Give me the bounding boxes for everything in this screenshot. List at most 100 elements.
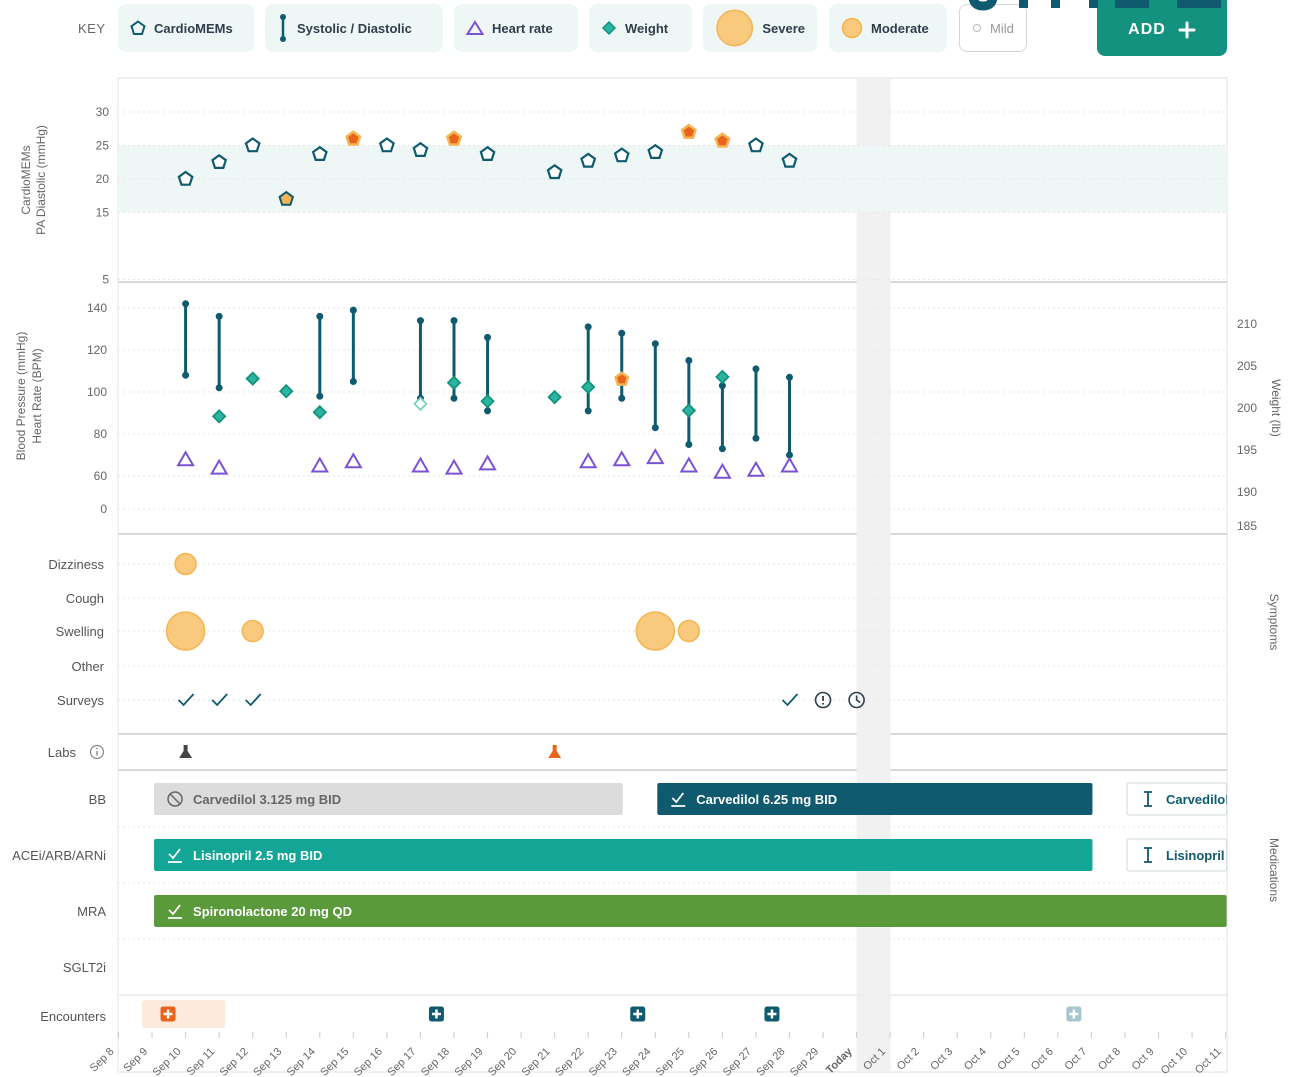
- heart-rate-point[interactable]: [578, 452, 598, 469]
- alert-icon-dot: [822, 702, 825, 705]
- date-label[interactable]: Oct 5: [995, 1046, 1022, 1073]
- symptom-moderate-point[interactable]: [174, 552, 197, 576]
- weight-tick-label: 200: [1237, 401, 1257, 415]
- symptom-severe-point[interactable]: [165, 611, 206, 651]
- bp-systolic-point[interactable]: [484, 333, 492, 341]
- bp-systolic-point[interactable]: [450, 317, 458, 325]
- info-icon-dot: [96, 747, 98, 750]
- heart-rate-point[interactable]: [176, 450, 195, 467]
- weight-point[interactable]: [413, 396, 428, 412]
- heart-rate-point[interactable]: [679, 456, 699, 473]
- bp-diastolic-point[interactable]: [215, 384, 223, 392]
- cardiomems-axis-label-1: CardioMEMs: [19, 145, 33, 214]
- row-labels: Dizziness Cough Swelling Other Surveys Labs BB…: [12, 557, 106, 1024]
- cardiomems-tick-label: 30: [96, 105, 110, 119]
- medication-bar-label: Carvedilol 6.25 mg BID: [696, 792, 837, 807]
- date-label[interactable]: Oct 6: [1029, 1046, 1056, 1073]
- bp-systolic-point[interactable]: [416, 317, 424, 325]
- heart-rate-point[interactable]: [478, 454, 497, 471]
- weight-point[interactable]: [245, 371, 260, 386]
- weight-point[interactable]: [446, 375, 462, 391]
- date-label[interactable]: Oct 7: [1062, 1046, 1089, 1073]
- bp-systolic-point[interactable]: [786, 373, 793, 381]
- date-label[interactable]: Sep 8: [88, 1046, 117, 1075]
- patient-timeline-chart: CardioMEMs PA Diastolic (mmHg) Blood Pre…: [12, 77, 1283, 1077]
- symptom-moderate-point[interactable]: [241, 619, 264, 643]
- row-label-dizziness: Dizziness: [48, 557, 104, 572]
- cardiomems-point[interactable]: [412, 141, 429, 157]
- weight-point[interactable]: [715, 369, 730, 385]
- cardiomems-point[interactable]: [748, 137, 764, 153]
- row-label-labs: Labs: [48, 745, 77, 760]
- bp-alert-marker[interactable]: [614, 371, 630, 386]
- bp-diastolic-point[interactable]: [651, 424, 659, 432]
- row-label-surveys: Surveys: [57, 693, 104, 708]
- bp-diastolic-point[interactable]: [584, 407, 592, 415]
- symptom-moderate-point[interactable]: [677, 619, 701, 643]
- bp-systolic-point[interactable]: [618, 329, 626, 337]
- cardiomems-tick-label: 20: [96, 172, 110, 186]
- row-label-encounters: Encounters: [40, 1009, 106, 1024]
- heart-rate-point[interactable]: [780, 456, 799, 473]
- bp-systolic-point[interactable]: [316, 312, 324, 320]
- weight-point[interactable]: [312, 404, 328, 420]
- weight-tick-label: 190: [1237, 485, 1257, 499]
- heart-rate-point[interactable]: [713, 462, 732, 479]
- heart-rate-point[interactable]: [746, 460, 766, 477]
- weight-point[interactable]: [278, 383, 294, 399]
- date-label[interactable]: Oct 9: [1130, 1046, 1157, 1073]
- heart-rate-point[interactable]: [444, 458, 464, 475]
- weight-point[interactable]: [480, 394, 495, 409]
- bp-diastolic-point[interactable]: [316, 392, 324, 400]
- bp-diastolic-point[interactable]: [618, 394, 626, 402]
- row-label-other: Other: [71, 659, 104, 674]
- date-label[interactable]: Oct 3: [928, 1046, 955, 1073]
- bp-diastolic-point[interactable]: [450, 394, 458, 402]
- cardiomems-point[interactable]: [378, 137, 395, 153]
- bp-diastolic-point[interactable]: [349, 378, 357, 385]
- date-label[interactable]: Oct 8: [1096, 1046, 1123, 1073]
- heart-rate-point[interactable]: [612, 450, 631, 467]
- bp-diastolic-point[interactable]: [718, 445, 726, 453]
- weight-point[interactable]: [681, 403, 697, 418]
- lab-flask-icon[interactable]: [548, 745, 562, 758]
- date-label[interactable]: Sep 9: [121, 1046, 150, 1075]
- weight-point[interactable]: [211, 409, 227, 424]
- bp-systolic-point[interactable]: [349, 306, 357, 314]
- labs-series: [179, 745, 562, 758]
- bp-systolic-point[interactable]: [685, 357, 693, 364]
- bp-systolic-point[interactable]: [752, 365, 760, 373]
- medication-bars: Carvedilol 3.125 mg BID Carvedilol 6.25 m…: [154, 782, 1229, 927]
- bp-systolic-point[interactable]: [584, 323, 592, 331]
- cardiomems-point-severe[interactable]: [680, 123, 697, 140]
- cardiomems-point[interactable]: [244, 137, 261, 153]
- bp-tick-label: 120: [87, 343, 107, 357]
- heart-rate-point[interactable]: [310, 456, 330, 473]
- bp-systolic-point[interactable]: [651, 340, 659, 348]
- weight-point[interactable]: [547, 389, 562, 405]
- symptoms-series: [165, 552, 701, 651]
- medication-bar-label: Carvedilol: [1166, 792, 1229, 807]
- bp-diastolic-point[interactable]: [182, 371, 190, 379]
- medication-bar-label: Lisinopril: [1166, 848, 1225, 863]
- bp-systolic-point[interactable]: [182, 300, 190, 308]
- bp-systolic-point[interactable]: [215, 312, 223, 320]
- heart-rate-point[interactable]: [646, 448, 665, 465]
- heart-rate-point[interactable]: [209, 458, 229, 475]
- cardiomems-axis-label-2: PA Diastolic (mmHg): [34, 125, 48, 235]
- date-label[interactable]: Oct 2: [895, 1046, 922, 1073]
- check-icon[interactable]: [177, 693, 195, 707]
- symptom-severe-point[interactable]: [635, 611, 676, 651]
- bp-diastolic-point[interactable]: [752, 434, 760, 442]
- weight-point[interactable]: [580, 379, 596, 395]
- cardiomems-point-severe[interactable]: [714, 132, 731, 148]
- heart-rate-point[interactable]: [344, 452, 363, 469]
- bp-diastolic-point[interactable]: [685, 441, 693, 448]
- date-label[interactable]: Oct 4: [962, 1046, 989, 1073]
- cardiomems-point-severe[interactable]: [345, 130, 362, 146]
- lab-flask-icon[interactable]: [179, 745, 193, 758]
- heart-rate-point[interactable]: [411, 456, 430, 473]
- hospital-stay-span[interactable]: [142, 1000, 226, 1028]
- cardiomems-point-severe[interactable]: [445, 130, 463, 146]
- cardiomems-tick-label: 25: [96, 139, 110, 153]
